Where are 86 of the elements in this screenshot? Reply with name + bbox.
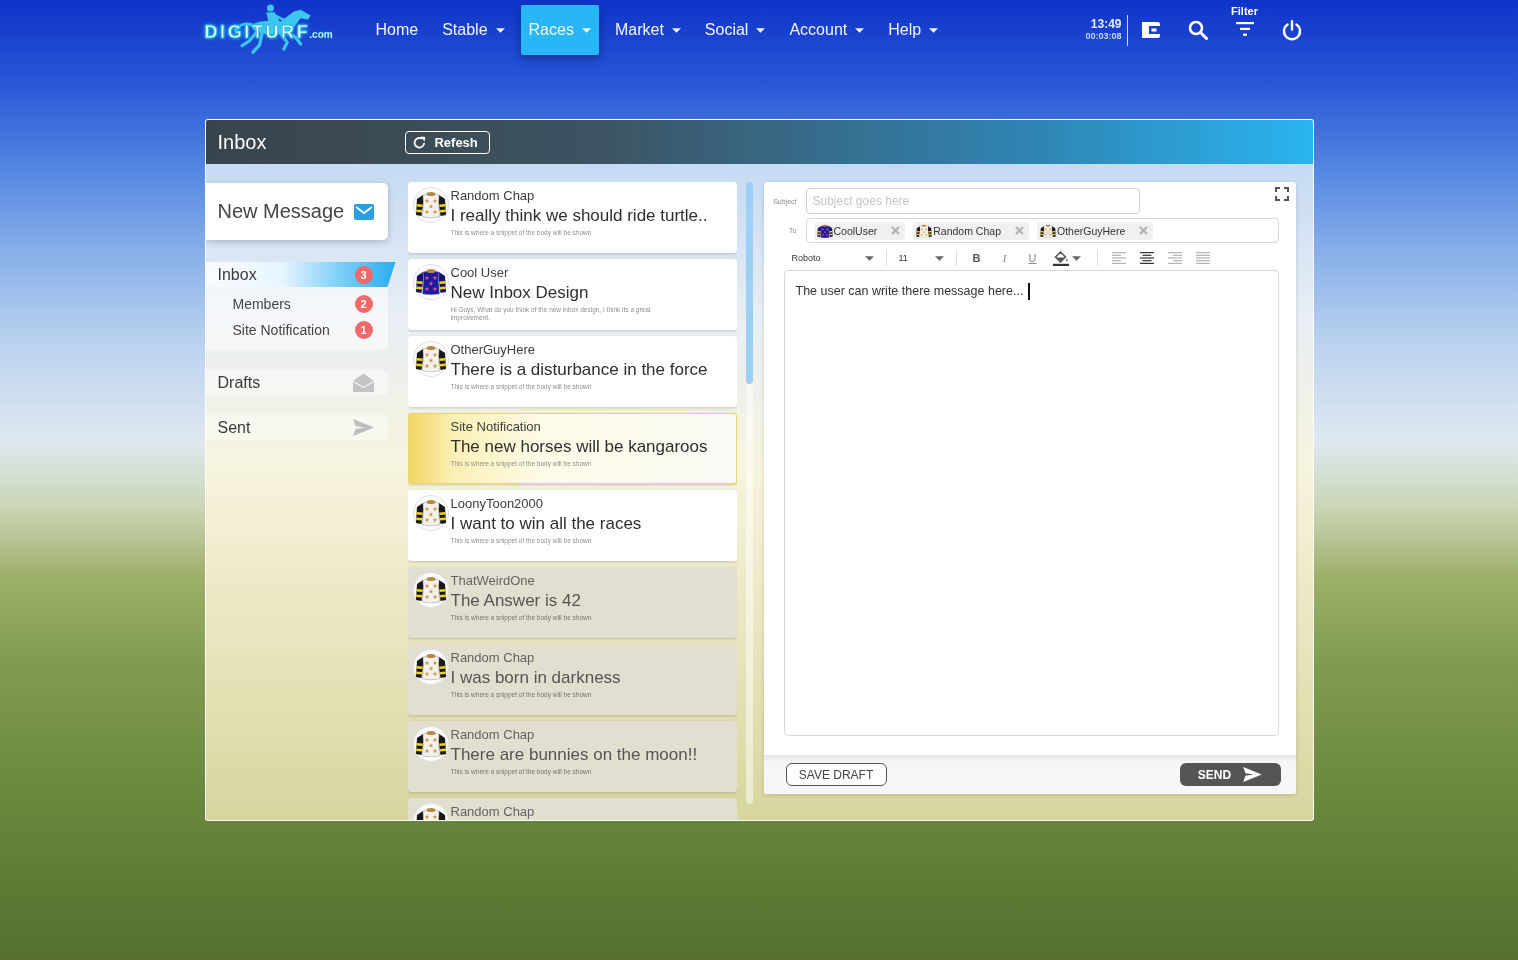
underline-button[interactable]: U	[1022, 252, 1043, 264]
font-size-dropdown[interactable]: 11	[898, 253, 944, 263]
text-cursor	[1028, 283, 1030, 300]
message-body-field[interactable]: The user can write there message here...	[783, 270, 1279, 736]
nav-menu-item[interactable]: Help	[880, 5, 947, 55]
subject-field[interactable]: Subject goes here	[805, 188, 1140, 214]
sender-name: Random Chap	[450, 804, 535, 819]
align-justify-icon[interactable]	[1195, 252, 1210, 264]
clock-time: 13:49	[1090, 18, 1122, 31]
filter-icon	[1235, 22, 1254, 36]
message-subject: I want to win all the races	[450, 513, 642, 534]
jockey-shirt-icon	[816, 223, 833, 238]
sender-name: ThatWeirdOne	[450, 573, 535, 588]
session-timer: 00:03:08	[1085, 31, 1122, 42]
recipient-name: CoolUser	[833, 224, 878, 237]
scrollbar-thumb[interactable]	[745, 182, 753, 384]
jockey-shirt-icon	[412, 187, 449, 223]
folder-item[interactable]: Inbox 3	[205, 262, 396, 287]
sender-name: Site Notification	[450, 419, 541, 434]
sender-name: LoonyToon2000	[450, 496, 544, 511]
message-subject: There are bunnies on the moon!!	[450, 744, 698, 765]
message-subject: The new horses will be kangaroos	[450, 436, 708, 457]
message-subject: The Answer is 42	[450, 590, 581, 611]
folder-item[interactable]: Sent	[205, 415, 388, 440]
wallet-icon[interactable]	[1140, 21, 1161, 39]
refresh-icon	[413, 135, 427, 149]
message-subject: There is a disturbance in the force	[450, 359, 708, 380]
font-dropdown[interactable]: Roboto	[791, 253, 874, 263]
jockey-shirt-icon	[412, 341, 449, 377]
nav-menu-item[interactable]: Social	[696, 5, 774, 55]
sender-name: Random Chap	[450, 727, 535, 742]
align-left-icon[interactable]	[1111, 252, 1126, 264]
unread-badge: 3	[354, 265, 373, 284]
unread-badge: 1	[354, 321, 373, 339]
italic-button[interactable]: I	[994, 252, 1015, 264]
jockey-shirt-icon	[412, 649, 449, 685]
scrollbar[interactable]	[745, 182, 753, 804]
new-message-button[interactable]: New Message	[205, 183, 388, 240]
remove-icon[interactable]	[891, 226, 901, 235]
nav-menu-item[interactable]: Home	[367, 5, 427, 55]
sender-name: Random Chap	[450, 650, 535, 665]
sender-name: Cool User	[450, 265, 509, 280]
nav-menu-item[interactable]: Account	[781, 5, 873, 55]
bold-button[interactable]: B	[966, 252, 987, 264]
remove-icon[interactable]	[1139, 226, 1149, 235]
jockey-shirt-icon	[1040, 223, 1056, 238]
message-card[interactable]: Random Chap	[407, 798, 737, 820]
nav-menu-item[interactable]: Stable	[434, 5, 513, 55]
jockey-shirt-icon	[412, 495, 449, 531]
folder-item[interactable]: Members 2	[205, 291, 388, 317]
caret-icon	[864, 255, 874, 261]
paint-bucket-icon	[1052, 250, 1069, 266]
refresh-button[interactable]: Refesh	[405, 130, 491, 154]
caret-icon	[934, 255, 944, 261]
caret-icon	[1071, 255, 1081, 261]
send-icon	[1243, 767, 1263, 782]
save-draft-button[interactable]: SAVE DRAFT	[785, 763, 887, 786]
message-subject: New Inbox Design	[450, 282, 589, 303]
folder-item[interactable]: Site Notification 1	[205, 317, 388, 343]
jockey-shirt-icon	[916, 223, 933, 238]
fullscreen-icon[interactable]	[1274, 187, 1289, 201]
unread-badge: 2	[354, 295, 373, 313]
folder-item[interactable]: Drafts	[205, 370, 388, 395]
recipient-name: OtherGuyHere	[1057, 224, 1126, 237]
power-icon[interactable]	[1281, 19, 1302, 41]
search-icon[interactable]	[1187, 20, 1208, 40]
sender-name: Random Chap	[450, 188, 535, 203]
message-subject: I was born in darkness	[450, 667, 621, 688]
jockey-shirt-icon	[412, 264, 449, 300]
jockey-shirt-icon	[412, 726, 449, 762]
nav-menu-item[interactable]: Market	[606, 5, 689, 55]
align-center-icon[interactable]	[1139, 252, 1154, 264]
open-envelope-icon	[352, 373, 374, 392]
recipients-field[interactable]: CoolUser Random Chap OtherGuyHere	[805, 218, 1279, 243]
jockey-shirt-icon	[412, 572, 449, 608]
sender-name: OtherGuyHere	[450, 342, 536, 357]
filter-button[interactable]: Filter	[1226, 5, 1263, 55]
recipient-name: Random Chap	[933, 224, 1001, 237]
align-right-icon[interactable]	[1167, 252, 1182, 264]
mail-icon	[353, 203, 374, 220]
remove-icon[interactable]	[1015, 226, 1024, 235]
send-icon	[352, 419, 374, 436]
panel-title: Inbox	[217, 130, 267, 154]
fill-color-button[interactable]	[1052, 250, 1081, 266]
send-button[interactable]: SEND	[1179, 763, 1281, 786]
message-subject: I really think we should ride turtle..	[450, 205, 708, 226]
